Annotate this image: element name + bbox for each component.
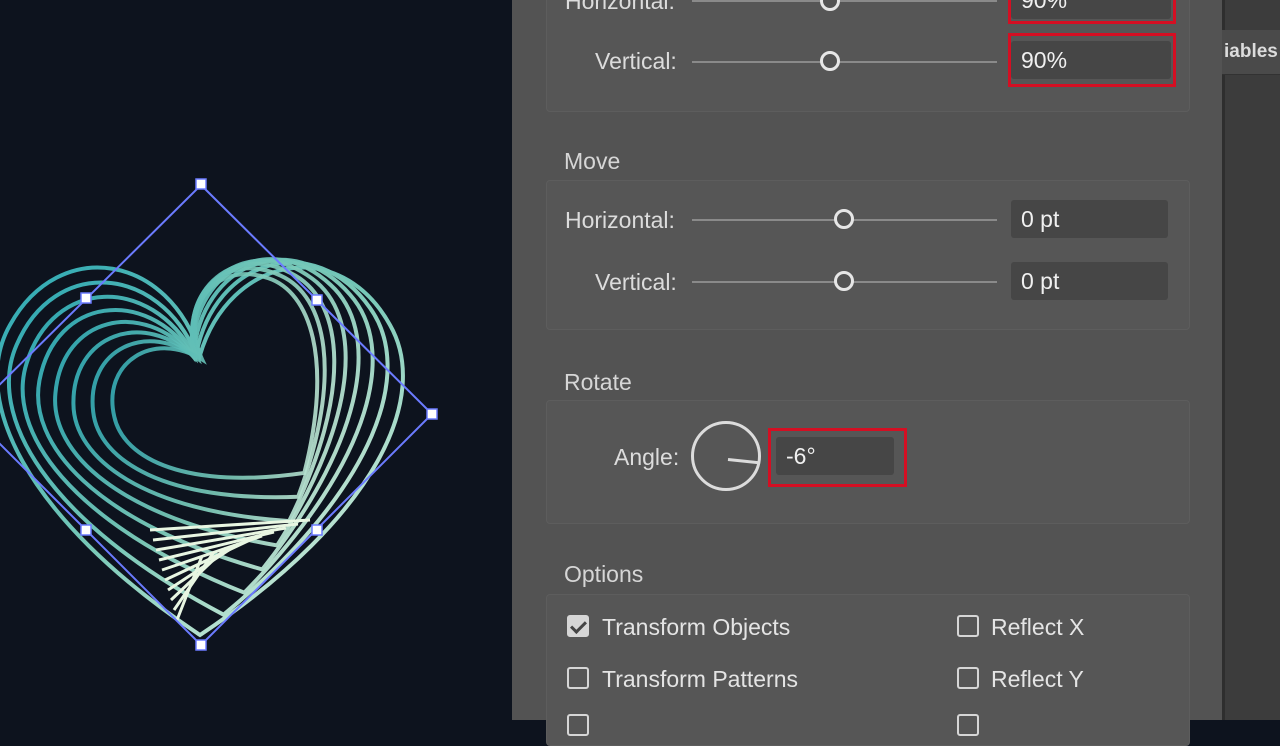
move-vertical-slider-knob[interactable] bbox=[834, 271, 854, 291]
scale-strokes-checkbox[interactable] bbox=[567, 714, 589, 736]
move-vertical-label: Vertical: bbox=[595, 269, 677, 295]
rotate-angle-label: Angle: bbox=[614, 444, 680, 470]
right-panel: iables bbox=[1222, 0, 1280, 720]
reflect-y-checkbox[interactable] bbox=[957, 667, 979, 689]
rotate-angle-highlight bbox=[768, 428, 907, 487]
scale-vertical-label: Vertical: bbox=[595, 48, 677, 74]
transform-objects-checkbox[interactable] bbox=[567, 615, 589, 637]
scale-vertical-highlight bbox=[1008, 33, 1176, 87]
rotate-group-title: Rotate bbox=[564, 369, 632, 395]
transform-objects-label: Transform Objects bbox=[602, 614, 791, 640]
move-horizontal-slider-knob[interactable] bbox=[834, 209, 854, 229]
scale-horizontal-label: Horizontal: bbox=[565, 0, 675, 14]
random-checkbox[interactable] bbox=[957, 714, 979, 736]
heart-contour bbox=[20, 257, 375, 596]
transform-patterns-checkbox[interactable] bbox=[567, 667, 589, 689]
scale-horizontal-slider-track[interactable] bbox=[692, 0, 997, 2]
heart-artwork[interactable] bbox=[0, 0, 512, 720]
reflect-x-checkbox[interactable] bbox=[957, 615, 979, 637]
variables-tab-label: iables bbox=[1224, 41, 1278, 62]
artboard-canvas[interactable] bbox=[0, 0, 512, 720]
selection-bounding-box bbox=[0, 183, 434, 647]
scale-vertical-slider-track[interactable] bbox=[692, 61, 997, 63]
angle-dial-icon[interactable] bbox=[691, 421, 761, 491]
move-group-title: Move bbox=[564, 148, 621, 174]
move-vertical-field[interactable]: 0 pt bbox=[1011, 262, 1168, 300]
transform-patterns-label: Transform Patterns bbox=[602, 666, 798, 692]
reflect-y-label: Reflect Y bbox=[991, 666, 1084, 692]
variables-tab[interactable]: iables bbox=[1222, 30, 1280, 75]
move-horizontal-label: Horizontal: bbox=[565, 207, 675, 233]
reflect-x-label: Reflect X bbox=[991, 614, 1085, 640]
move-horizontal-field[interactable]: 0 pt bbox=[1011, 200, 1168, 238]
scale-vertical-slider-knob[interactable] bbox=[820, 51, 840, 71]
options-group-title: Options bbox=[564, 561, 644, 587]
scale-horizontal-highlight bbox=[1008, 0, 1176, 24]
